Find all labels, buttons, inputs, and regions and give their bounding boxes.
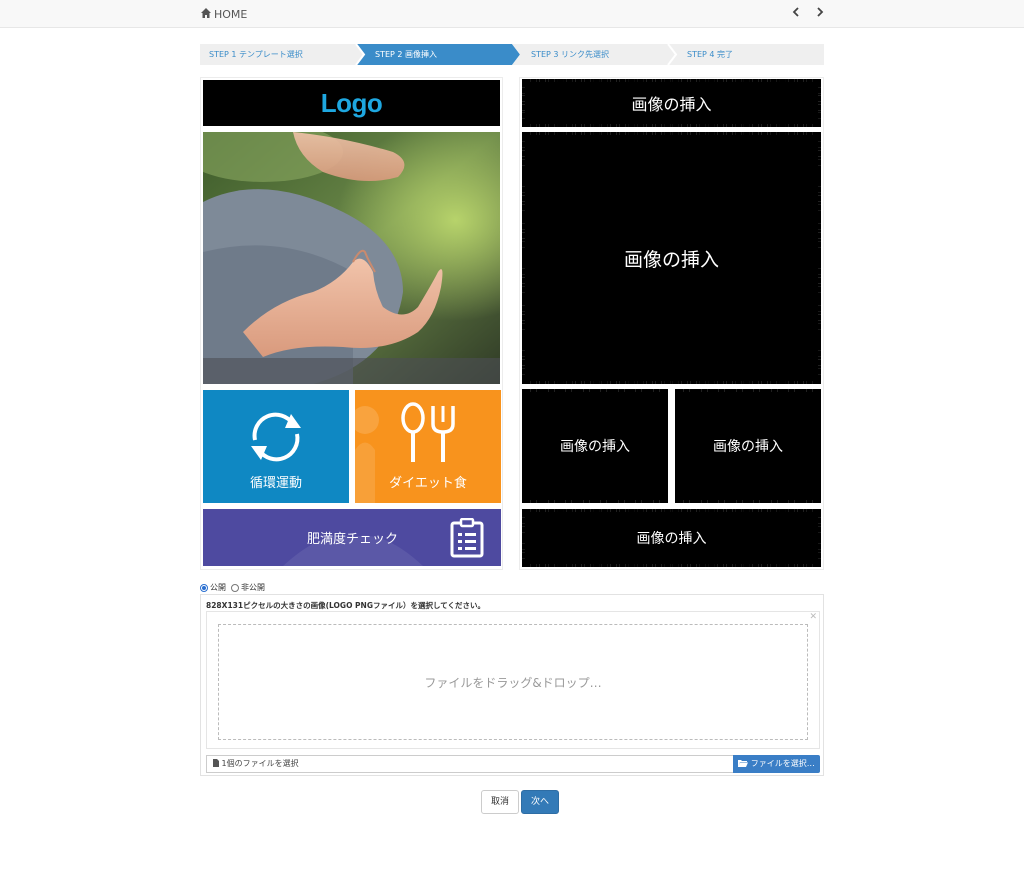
step-1-label: STEP 1 テンプレート選択 — [209, 50, 303, 59]
tile-exercise-label: 循環運動 — [249, 476, 302, 491]
browse-label: ファイルを選択… — [750, 759, 815, 768]
file-caption: 1個のファイルを選択 — [206, 755, 733, 773]
image-slot-bottom-label: 画像の挿入 — [636, 531, 707, 547]
step-4: STEP 4 完了 — [678, 44, 733, 65]
image-slot-bottom[interactable]: 画像の挿入 — [522, 509, 821, 567]
step-4-label: STEP 4 完了 — [687, 50, 734, 59]
tile-exercise[interactable]: 循環運動 — [203, 390, 349, 503]
close-icon[interactable]: ✕ — [809, 612, 817, 622]
dropzone[interactable]: ファイルをドラッグ&ドロップ… — [218, 624, 808, 740]
image-slot-mid-right-label: 画像の挿入 — [713, 439, 783, 455]
image-slot-mid-left-label: 画像の挿入 — [560, 439, 630, 455]
cancel-button[interactable]: 取消 — [481, 790, 519, 814]
home-label: HOME — [214, 8, 248, 21]
step-wizard: STEP 1 テンプレート選択 STEP 2 画像挿入 STEP 3 リンク先選… — [200, 44, 824, 65]
file-uploader: 828X131ピクセルの大きさの画像(LOGO PNGファイル）を選択してくださ… — [200, 594, 824, 776]
tile-obesity-label: 肥満度チェック — [307, 532, 399, 547]
file-count-text: 1個のファイルを選択 — [221, 759, 299, 768]
home-link[interactable]: HOME — [200, 7, 247, 22]
image-slot-large[interactable]: 画像の挿入 — [522, 132, 821, 384]
private-label: 非公開 — [241, 583, 265, 592]
step-3-label: STEP 3 リンク先選択 — [531, 50, 610, 59]
image-slot-top[interactable]: 画像の挿入 — [522, 79, 821, 127]
chevron-left-icon[interactable] — [789, 6, 803, 20]
tile-diet[interactable]: ダイエット食 — [355, 390, 501, 503]
hero-photo[interactable] — [203, 132, 500, 384]
image-slot-mid-right[interactable]: 画像の挿入 — [675, 389, 821, 503]
file-icon — [213, 759, 222, 768]
clipboard-icon — [450, 518, 484, 558]
public-radio[interactable] — [200, 583, 208, 592]
upload-preview-area: ✕ ファイルをドラッグ&ドロップ… — [206, 611, 820, 749]
visibility-options: 公開 非公開 — [200, 582, 265, 593]
meditation-hand-image — [203, 132, 500, 384]
home-icon — [200, 7, 212, 22]
step-2-label: STEP 2 画像挿入 — [375, 50, 438, 59]
step-1: STEP 1 テンプレート選択 — [200, 44, 303, 65]
upload-instruction: 828X131ピクセルの大きさの画像(LOGO PNGファイル）を選択してくださ… — [206, 601, 486, 610]
logo-text: Logo — [320, 87, 383, 118]
browse-button[interactable]: ファイルを選択… — [733, 755, 820, 773]
tile-diet-label: ダイエット食 — [389, 476, 467, 491]
private-radio[interactable] — [231, 583, 239, 592]
cycle-icon — [251, 412, 301, 462]
image-slot-top-label: 画像の挿入 — [631, 95, 712, 114]
tile-obesity-check[interactable]: 肥満度チェック — [203, 509, 501, 566]
top-navbar: HOME — [0, 0, 1024, 28]
image-slot-mid-left[interactable]: 画像の挿入 — [522, 389, 668, 503]
image-slot-large-label: 画像の挿入 — [623, 248, 719, 271]
spoon-fork-icon — [401, 402, 455, 462]
dropzone-text: ファイルをドラッグ&ドロップ… — [424, 675, 602, 690]
chevron-right-icon[interactable] — [813, 6, 827, 20]
logo-area[interactable]: Logo — [203, 80, 500, 126]
folder-open-icon — [738, 759, 751, 768]
step-3: STEP 3 リンク先選択 — [522, 44, 609, 65]
step-2: STEP 2 画像挿入 — [366, 44, 437, 65]
next-button[interactable]: 次へ — [521, 790, 559, 814]
public-label: 公開 — [210, 583, 226, 592]
